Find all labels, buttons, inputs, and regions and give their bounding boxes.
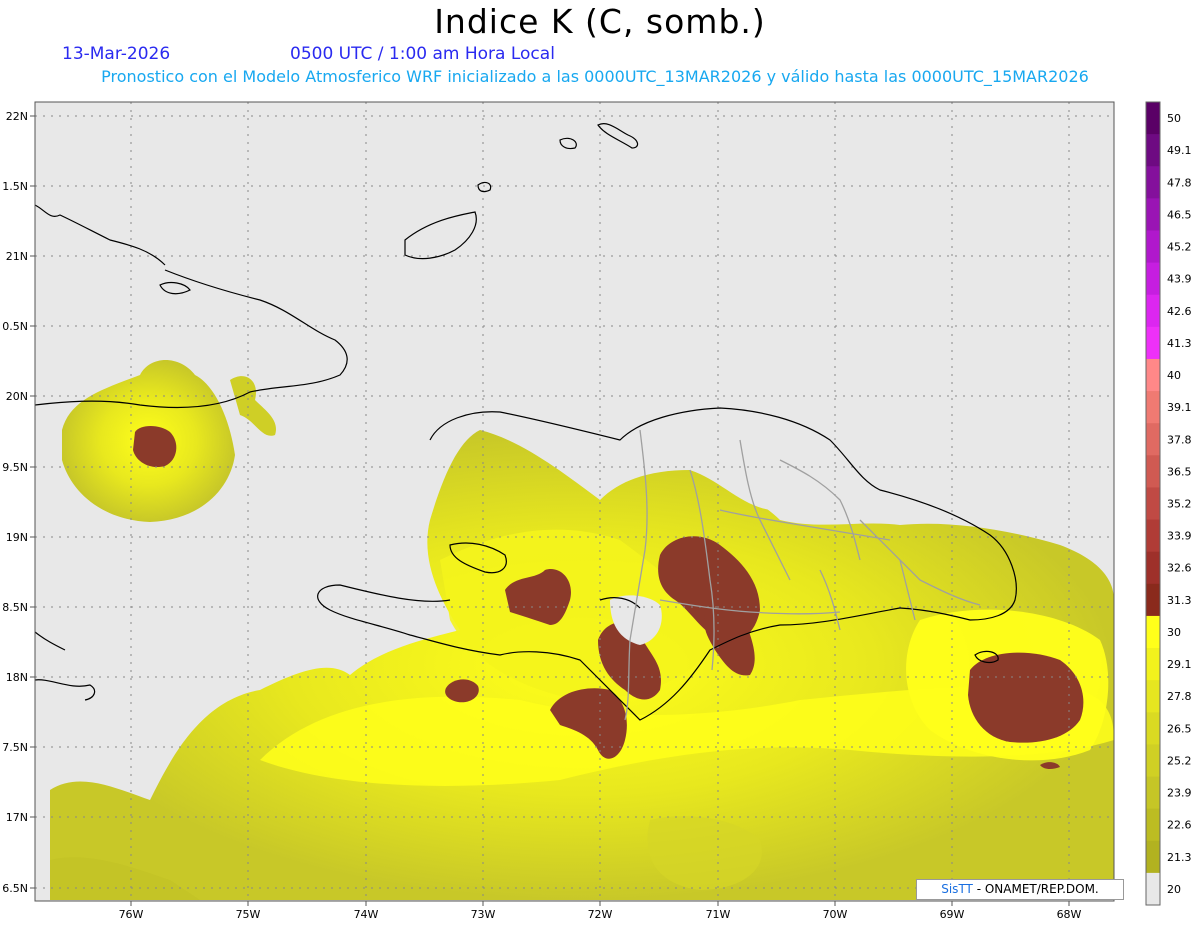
lon-label: 69W	[940, 908, 965, 921]
colorbar-label: 42.6	[1167, 305, 1192, 318]
colorbar-swatch	[1146, 166, 1160, 199]
lat-label: 9.5N	[2, 461, 28, 474]
lon-label: 68W	[1057, 908, 1082, 921]
colorbar-swatch	[1146, 648, 1160, 681]
colorbar-swatch	[1146, 680, 1160, 713]
colorbar-swatch	[1146, 262, 1160, 296]
colorbar-label: 39.1	[1167, 401, 1192, 414]
colorbar-label: 31.3	[1167, 594, 1192, 607]
lat-label: 0.5N	[2, 320, 28, 333]
lon-label: 72W	[588, 908, 613, 921]
lat-label: 17N	[6, 811, 28, 824]
lon-label: 75W	[236, 908, 261, 921]
colorbar-legend: 50 49.1 47.8 46.5 45.2 43.9 42.6 41.3 40 39.1 37.8…	[1145, 101, 1192, 906]
colorbar-swatch	[1146, 519, 1160, 553]
colorbar-swatch	[1146, 391, 1160, 424]
credit-org: - ONAMET/REP.DOM.	[972, 882, 1099, 896]
lat-label: 8.5N	[2, 601, 28, 614]
colorbar-label: 40	[1167, 369, 1181, 382]
lon-label: 71W	[706, 908, 731, 921]
colorbar-swatch	[1146, 487, 1160, 521]
lat-label: 7.5N	[2, 741, 28, 754]
colorbar-label: 43.9	[1167, 273, 1192, 286]
colorbar-label: 37.8	[1167, 433, 1192, 446]
colorbar-label: 36.5	[1167, 465, 1192, 478]
colorbar-label: 32.6	[1167, 562, 1192, 575]
colorbar-label: 27.8	[1167, 690, 1192, 703]
colorbar-swatch	[1146, 455, 1160, 488]
colorbar-swatch	[1146, 840, 1160, 874]
colorbar-swatch	[1146, 198, 1160, 231]
lon-labels: 76W 75W 74W 73W 72W 71W 70W 69W 68W	[119, 908, 1082, 921]
colorbar-label: 41.3	[1167, 337, 1192, 350]
colorbar-label: 26.5	[1167, 722, 1192, 735]
credit-box: SisTT - ONAMET/REP.DOM.	[916, 879, 1124, 900]
colorbar-label: 49.1	[1167, 144, 1192, 157]
colorbar-label: 30	[1167, 626, 1181, 639]
colorbar-swatch	[1146, 808, 1160, 842]
credit-brand: SisTT	[941, 882, 973, 896]
colorbar-swatch	[1146, 102, 1160, 135]
colorbar-swatch	[1146, 423, 1160, 456]
colorbar-swatch	[1146, 551, 1160, 585]
colorbar-swatch	[1146, 134, 1160, 167]
colorbar-swatch	[1146, 712, 1160, 745]
lat-label: 21N	[6, 250, 28, 263]
colorbar-swatch	[1146, 615, 1160, 649]
lat-label: 20N	[6, 390, 28, 403]
colorbar-label: 20	[1167, 883, 1181, 896]
lat-labels: 22N 1.5N 21N 0.5N 20N 9.5N 19N 8.5N 18N …	[2, 110, 28, 895]
colorbar-swatch	[1146, 358, 1160, 392]
lat-label: 19N	[6, 531, 28, 544]
colorbar-swatch	[1146, 872, 1160, 906]
colorbar-label: 35.2	[1167, 498, 1192, 511]
lat-label: 6.5N	[2, 882, 28, 895]
colorbar-label: 50	[1167, 112, 1181, 125]
lon-label: 74W	[354, 908, 379, 921]
colorbar-label: 46.5	[1167, 208, 1192, 221]
colorbar-label: 22.6	[1167, 819, 1192, 832]
colorbar-label: 25.2	[1167, 754, 1192, 767]
lat-label: 1.5N	[2, 180, 28, 193]
colorbar-swatch	[1146, 294, 1160, 328]
colorbar-swatch	[1146, 230, 1160, 264]
k-index-map: 22N 1.5N 21N 0.5N 20N 9.5N 19N 8.5N 18N …	[2, 101, 1192, 921]
colorbar-label: 47.8	[1167, 176, 1192, 189]
colorbar-label: 45.2	[1167, 241, 1192, 254]
lat-label: 22N	[6, 110, 28, 123]
lon-label: 76W	[119, 908, 144, 921]
colorbar-label: 21.3	[1167, 851, 1192, 864]
colorbar-swatch	[1146, 326, 1160, 360]
colorbar-label: 29.1	[1167, 658, 1192, 671]
colorbar-label: 33.9	[1167, 530, 1192, 543]
lon-label: 70W	[823, 908, 848, 921]
high-k-east	[968, 652, 1084, 743]
colorbar-swatch	[1146, 744, 1160, 778]
colorbar-label: 23.9	[1167, 787, 1192, 800]
lon-label: 73W	[471, 908, 496, 921]
lat-label: 18N	[6, 671, 28, 684]
colorbar-swatch	[1146, 776, 1160, 810]
colorbar-swatch	[1146, 583, 1160, 617]
